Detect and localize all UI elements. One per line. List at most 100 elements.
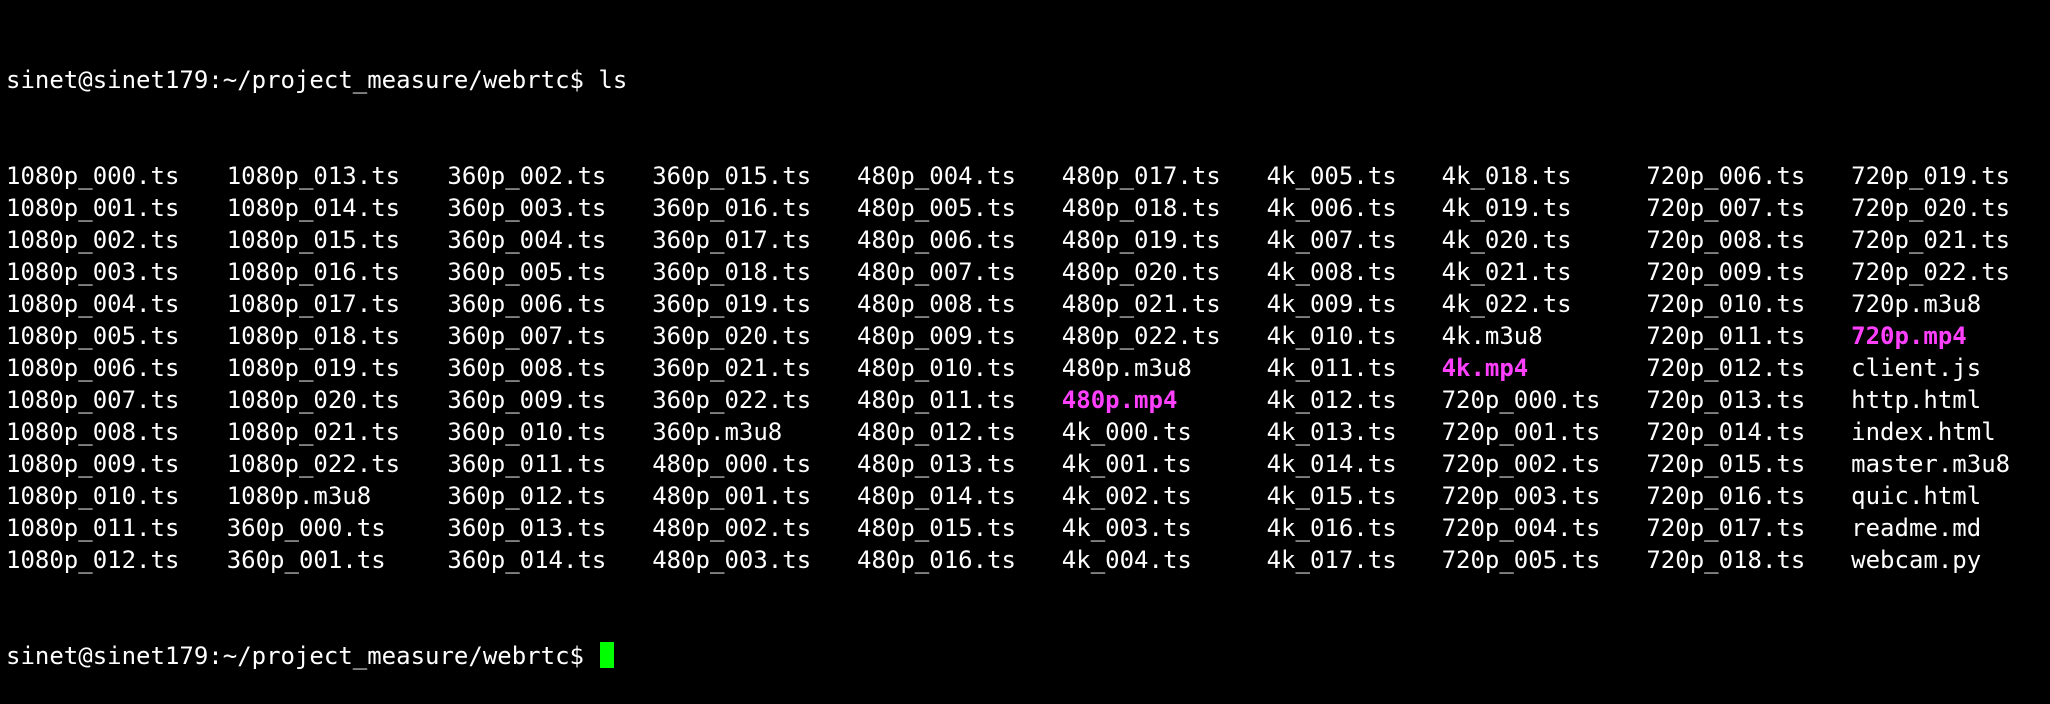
file-entry: 360p_014.ts	[447, 546, 607, 574]
listing-row: 1080p_002.ts 1080p_015.ts 360p_004.ts 360p_…	[6, 224, 2050, 256]
text-cursor	[600, 642, 615, 668]
listing-row: 1080p_011.ts 360p_000.ts 360p_013.ts 480p_0…	[6, 512, 2050, 544]
file-entry: 1080p_018.ts	[226, 322, 401, 350]
file-entry: 480p_010.ts	[857, 354, 1016, 382]
file-entry: 4k_003.ts	[1061, 514, 1192, 542]
shell-command: ls	[598, 66, 628, 94]
file-entry: 1080p_016.ts	[226, 258, 401, 286]
file-entry: 360p_020.ts	[652, 322, 812, 350]
listing-row: 1080p_005.ts 1080p_018.ts 360p_007.ts 360p_…	[6, 320, 2050, 352]
file-entry: 720p_014.ts	[1646, 418, 1806, 446]
file-entry: 720p_019.ts	[1851, 162, 2011, 190]
file-entry: 4k_022.ts	[1441, 290, 1572, 318]
file-entry: 720p_016.ts	[1646, 482, 1806, 510]
file-entry: 480p_022.ts	[1061, 322, 1221, 350]
file-entry: 480p.m3u8	[1061, 354, 1192, 382]
file-entry: 360p_011.ts	[447, 450, 607, 478]
file-entry: 1080p_011.ts	[6, 514, 180, 542]
file-entry: 360p_015.ts	[652, 162, 812, 190]
file-entry: 720p_006.ts	[1646, 162, 1806, 190]
file-entry: 4k_009.ts	[1266, 290, 1397, 318]
file-entry: 4k_005.ts	[1266, 162, 1397, 190]
file-entry: client.js	[1851, 354, 1982, 382]
listing-row: 1080p_001.ts 1080p_014.ts 360p_003.ts 360p_…	[6, 192, 2050, 224]
file-entry: master.m3u8	[1851, 450, 2011, 478]
file-entry: 1080p_010.ts	[6, 482, 180, 510]
file-entry: 480p_016.ts	[857, 546, 1016, 574]
file-entry: 1080p_009.ts	[6, 450, 180, 478]
file-entry: 4k_021.ts	[1441, 258, 1572, 286]
file-entry: 360p_019.ts	[652, 290, 812, 318]
file-entry: 720p_000.ts	[1441, 386, 1601, 414]
file-entry: 480p_003.ts	[652, 546, 812, 574]
command-line: sinet@sinet179:~/project_measure/webrtc$…	[6, 64, 2050, 96]
file-entry: 1080p_000.ts	[6, 162, 180, 190]
listing-row: 1080p_006.ts 1080p_019.ts 360p_008.ts 360p_…	[6, 352, 2050, 384]
file-entry: 4k_016.ts	[1266, 514, 1397, 542]
file-entry: 480p_005.ts	[857, 194, 1016, 222]
file-entry: 480p_020.ts	[1061, 258, 1221, 286]
file-entry: 480p_001.ts	[652, 482, 812, 510]
file-entry: 720p_020.ts	[1851, 194, 2011, 222]
file-entry: readme.md	[1851, 514, 1982, 542]
file-entry: 360p_013.ts	[447, 514, 607, 542]
file-entry: index.html	[1851, 418, 1996, 446]
file-entry: 1080p_020.ts	[226, 386, 401, 414]
file-entry: http.html	[1851, 386, 1982, 414]
file-entry: 1080p_019.ts	[226, 354, 401, 382]
file-entry: 480p_011.ts	[857, 386, 1016, 414]
file-listing: 1080p_000.ts 1080p_013.ts 360p_002.ts 360p_…	[6, 160, 2050, 576]
file-entry: 360p.m3u8	[652, 418, 783, 446]
file-entry: 360p_016.ts	[652, 194, 812, 222]
file-entry: 4k_020.ts	[1441, 226, 1572, 254]
listing-row: 1080p_003.ts 1080p_016.ts 360p_005.ts 360p_…	[6, 256, 2050, 288]
file-entry: 720p.m3u8	[1851, 290, 1982, 318]
file-entry: 480p_000.ts	[652, 450, 812, 478]
file-entry: 360p_017.ts	[652, 226, 812, 254]
file-entry: 1080p.m3u8	[226, 482, 372, 510]
file-entry: 1080p_021.ts	[226, 418, 401, 446]
file-entry: 360p_008.ts	[447, 354, 607, 382]
file-entry: quic.html	[1851, 482, 1982, 510]
file-entry: 360p_005.ts	[447, 258, 607, 286]
file-entry: 4k_018.ts	[1441, 162, 1572, 190]
file-entry: 720p_004.ts	[1441, 514, 1601, 542]
file-entry: 480p_013.ts	[857, 450, 1016, 478]
file-entry: 360p_021.ts	[652, 354, 812, 382]
file-entry: 4k_012.ts	[1266, 386, 1397, 414]
file-entry: 360p_001.ts	[226, 546, 386, 574]
shell-prompt: sinet@sinet179:~/project_measure/webrtc$	[6, 66, 584, 94]
file-entry: 720p_018.ts	[1646, 546, 1806, 574]
file-entry: 720p_002.ts	[1441, 450, 1601, 478]
file-entry: 1080p_008.ts	[6, 418, 180, 446]
file-entry: 1080p_015.ts	[226, 226, 401, 254]
file-entry: 480p_008.ts	[857, 290, 1016, 318]
file-entry: 480p_018.ts	[1061, 194, 1221, 222]
listing-row: 1080p_007.ts 1080p_020.ts 360p_009.ts 360p_…	[6, 384, 2050, 416]
shell-prompt-current: sinet@sinet179:~/project_measure/webrtc$	[6, 642, 584, 670]
file-entry: 1080p_022.ts	[226, 450, 401, 478]
file-entry: 4k.m3u8	[1441, 322, 1543, 350]
file-entry: 1080p_005.ts	[6, 322, 180, 350]
file-entry: 1080p_012.ts	[6, 546, 180, 574]
file-entry: webcam.py	[1851, 546, 1982, 574]
file-entry: 720p_001.ts	[1441, 418, 1601, 446]
file-entry: 360p_022.ts	[652, 386, 812, 414]
file-entry: 720p_005.ts	[1441, 546, 1601, 574]
file-entry: 720p_015.ts	[1646, 450, 1806, 478]
file-entry: 720p_013.ts	[1646, 386, 1806, 414]
file-entry: 360p_012.ts	[447, 482, 607, 510]
file-entry: 4k_002.ts	[1061, 482, 1192, 510]
file-entry: 720p_009.ts	[1646, 258, 1806, 286]
file-entry: 4k_017.ts	[1266, 546, 1397, 574]
file-entry: 4k_001.ts	[1061, 450, 1192, 478]
terminal-window[interactable]: sinet@sinet179:~/project_measure/webrtc$…	[0, 0, 2050, 670]
current-prompt-line[interactable]: sinet@sinet179:~/project_measure/webrtc$	[6, 640, 2050, 672]
file-entry: 1080p_004.ts	[6, 290, 180, 318]
listing-row: 1080p_004.ts 1080p_017.ts 360p_006.ts 360p_…	[6, 288, 2050, 320]
listing-row: 1080p_008.ts 1080p_021.ts 360p_010.ts 360p.…	[6, 416, 2050, 448]
file-entry: 1080p_013.ts	[226, 162, 401, 190]
file-entry: 360p_004.ts	[447, 226, 607, 254]
file-entry: 360p_010.ts	[447, 418, 607, 446]
file-entry: 1080p_017.ts	[226, 290, 401, 318]
